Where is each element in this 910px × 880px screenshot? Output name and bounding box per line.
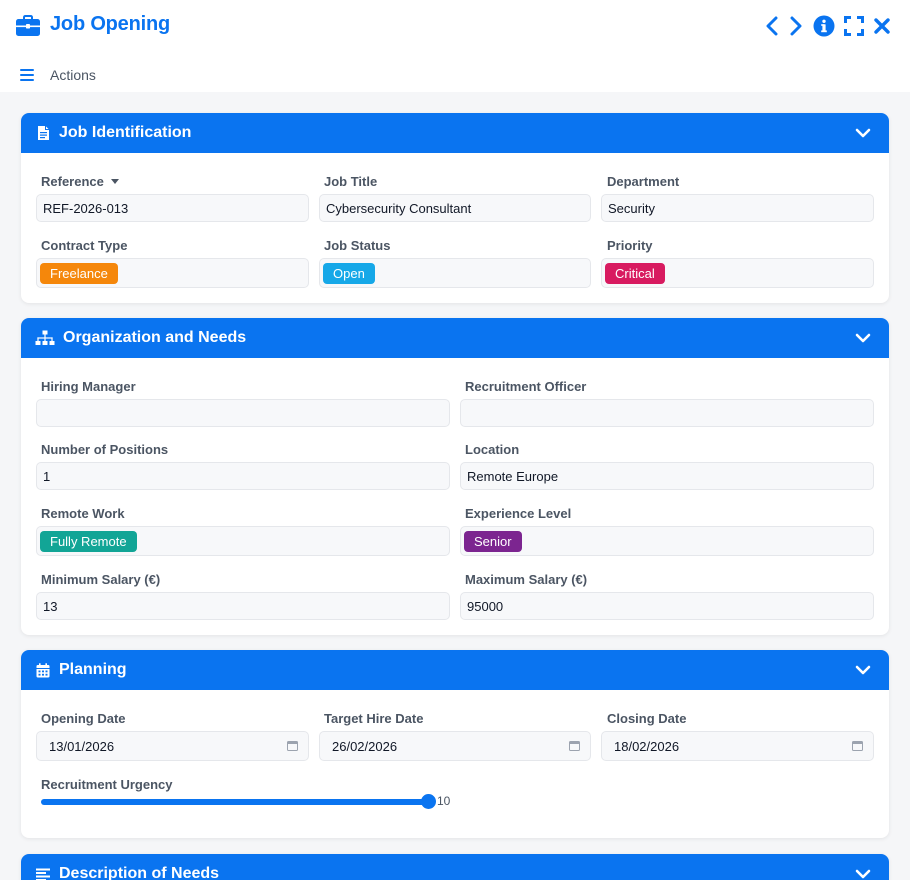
open-badge: Open bbox=[323, 262, 375, 284]
caret-down-icon[interactable] bbox=[110, 179, 119, 185]
job-status-field[interactable]: Open bbox=[319, 258, 591, 288]
section-title: Description of Needs bbox=[59, 865, 220, 880]
calendar-icon[interactable] bbox=[569, 740, 580, 751]
reference-field[interactable]: REF-2026-013 bbox=[36, 194, 309, 222]
recruitment-officer-label: Recruitment Officer bbox=[465, 379, 587, 394]
window-title: Job Opening bbox=[50, 13, 171, 35]
fully-remote-badge: Fully Remote bbox=[40, 530, 137, 552]
chevron-down-icon[interactable] bbox=[855, 330, 871, 346]
target-hire-date-field[interactable]: 26/02/2026 bbox=[319, 731, 591, 761]
section-organization-needs: Organization and Needs Hiring Manager Re… bbox=[21, 318, 889, 635]
briefcase-icon bbox=[16, 15, 40, 36]
document-icon bbox=[35, 125, 51, 141]
section-planning: Planning Opening Date 13/01/2026 Target … bbox=[21, 650, 889, 838]
department-field[interactable]: Security bbox=[601, 194, 874, 222]
job-title-field[interactable]: Cybersecurity Consultant bbox=[319, 194, 591, 222]
freelance-badge: Freelance bbox=[40, 262, 118, 284]
senior-badge: Senior bbox=[464, 530, 522, 552]
calendar-icon[interactable] bbox=[287, 740, 298, 751]
priority-label: Priority bbox=[607, 238, 653, 253]
reference-label[interactable]: Reference bbox=[41, 174, 119, 189]
section-header-planning[interactable]: Planning bbox=[21, 650, 889, 690]
target-hire-date-label: Target Hire Date bbox=[324, 711, 424, 726]
info-icon bbox=[813, 15, 835, 37]
chevron-right-icon bbox=[790, 16, 802, 36]
chevron-left-icon bbox=[766, 16, 778, 36]
positions-label: Number of Positions bbox=[41, 442, 169, 457]
closing-date-label: Closing Date bbox=[607, 711, 687, 726]
calendar-icon[interactable] bbox=[852, 740, 863, 751]
contract-type-label: Contract Type bbox=[41, 238, 128, 253]
hamburger-menu-icon[interactable] bbox=[20, 69, 34, 81]
location-label: Location bbox=[465, 442, 520, 457]
chevron-down-icon[interactable] bbox=[855, 125, 871, 141]
job-status-label: Job Status bbox=[324, 238, 391, 253]
experience-level-label: Experience Level bbox=[465, 506, 572, 521]
actions-menu[interactable]: Actions bbox=[20, 66, 96, 84]
next-button[interactable] bbox=[784, 14, 808, 38]
remote-work-label: Remote Work bbox=[41, 506, 125, 521]
urgency-slider-value: 10 bbox=[437, 794, 451, 808]
calendar-icon bbox=[35, 662, 51, 678]
location-field[interactable]: Remote Europe bbox=[460, 462, 874, 490]
positions-field[interactable]: 1 bbox=[36, 462, 450, 490]
title-bar: Job Opening Actions bbox=[0, 0, 910, 92]
experience-level-field[interactable]: Senior bbox=[460, 526, 874, 556]
text-lines-icon bbox=[35, 866, 51, 880]
urgency-slider-handle[interactable] bbox=[421, 794, 436, 809]
actions-label[interactable]: Actions bbox=[50, 67, 96, 83]
hiring-manager-field[interactable] bbox=[36, 399, 450, 427]
min-salary-field[interactable]: 13 bbox=[36, 592, 450, 620]
info-button[interactable] bbox=[812, 14, 836, 38]
opening-date-field[interactable]: 13/01/2026 bbox=[36, 731, 309, 761]
hiring-manager-label: Hiring Manager bbox=[41, 379, 136, 394]
close-button[interactable] bbox=[870, 14, 894, 38]
remote-work-field[interactable]: Fully Remote bbox=[36, 526, 450, 556]
chevron-down-icon[interactable] bbox=[855, 866, 871, 880]
critical-badge: Critical bbox=[605, 262, 665, 284]
org-chart-icon bbox=[35, 330, 55, 346]
opening-date-value: 13/01/2026 bbox=[49, 738, 115, 754]
urgency-slider-track[interactable] bbox=[41, 799, 431, 805]
section-header-job-identification[interactable]: Job Identification bbox=[21, 113, 889, 153]
recruitment-officer-field[interactable] bbox=[460, 399, 874, 427]
recruitment-urgency-label: Recruitment Urgency bbox=[41, 777, 173, 792]
closing-date-value: 18/02/2026 bbox=[614, 738, 680, 754]
section-title: Organization and Needs bbox=[63, 329, 247, 346]
target-hire-date-value: 26/02/2026 bbox=[332, 738, 398, 754]
previous-button[interactable] bbox=[760, 14, 784, 38]
section-title: Planning bbox=[59, 661, 127, 678]
max-salary-label: Maximum Salary (€) bbox=[465, 572, 588, 587]
close-icon bbox=[874, 18, 890, 34]
section-description-of-needs: Description of Needs bbox=[21, 854, 889, 880]
contract-type-field[interactable]: Freelance bbox=[36, 258, 309, 288]
opening-date-label: Opening Date bbox=[41, 711, 126, 726]
fullscreen-button[interactable] bbox=[842, 14, 866, 38]
section-title: Job Identification bbox=[59, 124, 192, 141]
job-title-label: Job Title bbox=[324, 174, 378, 189]
section-header-description-of-needs[interactable]: Description of Needs bbox=[21, 854, 889, 880]
priority-field[interactable]: Critical bbox=[601, 258, 874, 288]
min-salary-label: Minimum Salary (€) bbox=[41, 572, 161, 587]
chevron-down-icon[interactable] bbox=[855, 662, 871, 678]
section-job-identification: Job Identification Reference REF-2026-01… bbox=[21, 113, 889, 303]
closing-date-field[interactable]: 18/02/2026 bbox=[601, 731, 874, 761]
department-label: Department bbox=[607, 174, 680, 189]
section-header-organization-needs[interactable]: Organization and Needs bbox=[21, 318, 889, 358]
fullscreen-icon bbox=[844, 16, 864, 36]
job-opening-window: Job Opening Actions Job Identification R… bbox=[0, 0, 910, 880]
max-salary-field[interactable]: 95000 bbox=[460, 592, 874, 620]
